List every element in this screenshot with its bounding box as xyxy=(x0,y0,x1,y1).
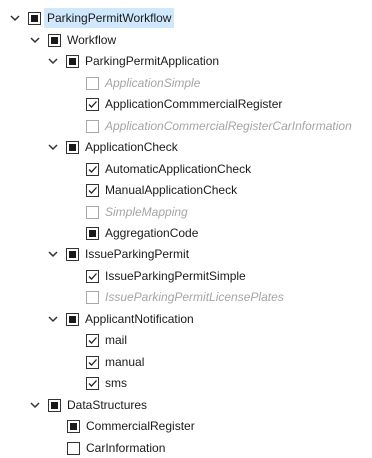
tristate-checkbox[interactable] xyxy=(67,419,80,433)
tree-leaf-sms[interactable]: sms xyxy=(86,373,127,393)
node-label: DataStructures xyxy=(67,398,148,412)
checkbox[interactable] xyxy=(86,97,99,111)
tristate-checkbox[interactable] xyxy=(86,226,99,240)
tree-leaf-simple-mapping[interactable]: SimpleMapping xyxy=(86,202,188,222)
tree-node-parking-permit-workflow[interactable]: ParkingPermitWorkflow xyxy=(8,8,175,28)
checkmark-icon xyxy=(88,379,97,387)
node-label: ApplicationCommercialRegisterCarInformat… xyxy=(105,119,352,133)
tree-node-applicant-notification[interactable]: ApplicantNotification xyxy=(46,309,194,329)
tree-leaf-application-simple[interactable]: ApplicationSimple xyxy=(86,73,200,93)
tree-leaf-manual-application-check[interactable]: ManualApplicationCheck xyxy=(86,180,237,200)
node-label: AggregationCode xyxy=(105,226,199,240)
tree-leaf-application-commercial-register[interactable]: ApplicationCommmercialRegister xyxy=(86,94,282,114)
node-label: ApplicantNotification xyxy=(85,312,194,326)
checkbox[interactable] xyxy=(86,205,99,219)
chevron-down-icon[interactable] xyxy=(28,395,42,415)
checkbox[interactable] xyxy=(67,441,80,455)
tree-node-issue-parking-permit[interactable]: IssueParkingPermit xyxy=(46,244,189,264)
tree-leaf-commercial-register[interactable]: CommercialRegister xyxy=(67,416,195,436)
checkmark-icon xyxy=(88,165,97,173)
chevron-down-icon[interactable] xyxy=(46,244,60,264)
node-label: ManualApplicationCheck xyxy=(105,183,238,197)
checkmark-icon xyxy=(88,358,97,366)
node-label: sms xyxy=(105,376,127,390)
node-label: ApplicationCheck xyxy=(85,140,178,154)
checkbox[interactable] xyxy=(86,269,99,283)
tristate-checkbox[interactable] xyxy=(66,140,79,154)
node-label: AutomaticApplicationCheck xyxy=(105,162,252,176)
tree-node-workflow[interactable]: Workflow xyxy=(28,30,116,50)
node-label: ApplicationSimple xyxy=(105,76,201,90)
tree-leaf-issue-parking-permit-license-plates[interactable]: IssueParkingPermitLicensePlates xyxy=(86,287,284,307)
node-label: SimpleMapping xyxy=(105,205,188,219)
tristate-checkbox[interactable] xyxy=(48,398,61,412)
node-label: mail xyxy=(105,333,128,347)
node-label: CommercialRegister xyxy=(86,419,195,433)
checkbox[interactable] xyxy=(86,376,99,390)
tree-leaf-manual[interactable]: manual xyxy=(86,352,144,372)
tree-leaf-mail[interactable]: mail xyxy=(86,330,127,350)
tristate-checkbox[interactable] xyxy=(66,54,79,68)
node-label: IssueParkingPermitLicensePlates xyxy=(105,290,284,304)
checkmark-icon xyxy=(88,272,97,280)
tree-view: ParkingPermitWorkflow Workflow ParkingPe… xyxy=(0,0,372,458)
tree-leaf-application-commercial-register-car-information[interactable]: ApplicationCommercialRegisterCarInformat… xyxy=(86,116,352,136)
node-label: IssueParkingPermit xyxy=(85,247,190,261)
tristate-checkbox[interactable] xyxy=(28,11,41,25)
checkbox[interactable] xyxy=(86,290,99,304)
node-label: ParkingPermitWorkflow xyxy=(44,8,175,28)
tristate-checkbox[interactable] xyxy=(66,312,79,326)
node-label: IssueParkingPermitSimple xyxy=(105,269,246,283)
tree-node-parking-permit-application[interactable]: ParkingPermitApplication xyxy=(46,51,219,71)
chevron-down-icon[interactable] xyxy=(8,8,22,28)
tristate-checkbox[interactable] xyxy=(66,247,79,261)
checkbox[interactable] xyxy=(86,76,99,90)
checkbox[interactable] xyxy=(86,183,99,197)
checkmark-icon xyxy=(88,186,97,194)
chevron-down-icon[interactable] xyxy=(46,51,60,71)
tree-node-data-structures[interactable]: DataStructures xyxy=(28,395,147,415)
tristate-checkbox[interactable] xyxy=(48,33,61,47)
chevron-down-icon[interactable] xyxy=(46,309,60,329)
node-label: ParkingPermitApplication xyxy=(85,54,220,68)
checkmark-icon xyxy=(88,336,97,344)
tree-node-application-check[interactable]: ApplicationCheck xyxy=(46,137,178,157)
node-label: Workflow xyxy=(67,33,117,47)
node-label: manual xyxy=(105,355,145,369)
tree-leaf-car-information[interactable]: CarInformation xyxy=(67,438,165,458)
checkbox[interactable] xyxy=(86,119,99,133)
checkbox[interactable] xyxy=(86,333,99,347)
checkbox[interactable] xyxy=(86,162,99,176)
checkbox[interactable] xyxy=(86,355,99,369)
chevron-down-icon[interactable] xyxy=(46,137,60,157)
chevron-down-icon[interactable] xyxy=(28,30,42,50)
checkmark-icon xyxy=(88,100,97,108)
tree-leaf-automatic-application-check[interactable]: AutomaticApplicationCheck xyxy=(86,159,251,179)
node-label: ApplicationCommmercialRegister xyxy=(105,97,283,111)
node-label: CarInformation xyxy=(86,441,166,455)
tree-leaf-issue-parking-permit-simple[interactable]: IssueParkingPermitSimple xyxy=(86,266,246,286)
tree-leaf-aggregation-code[interactable]: AggregationCode xyxy=(86,223,198,243)
